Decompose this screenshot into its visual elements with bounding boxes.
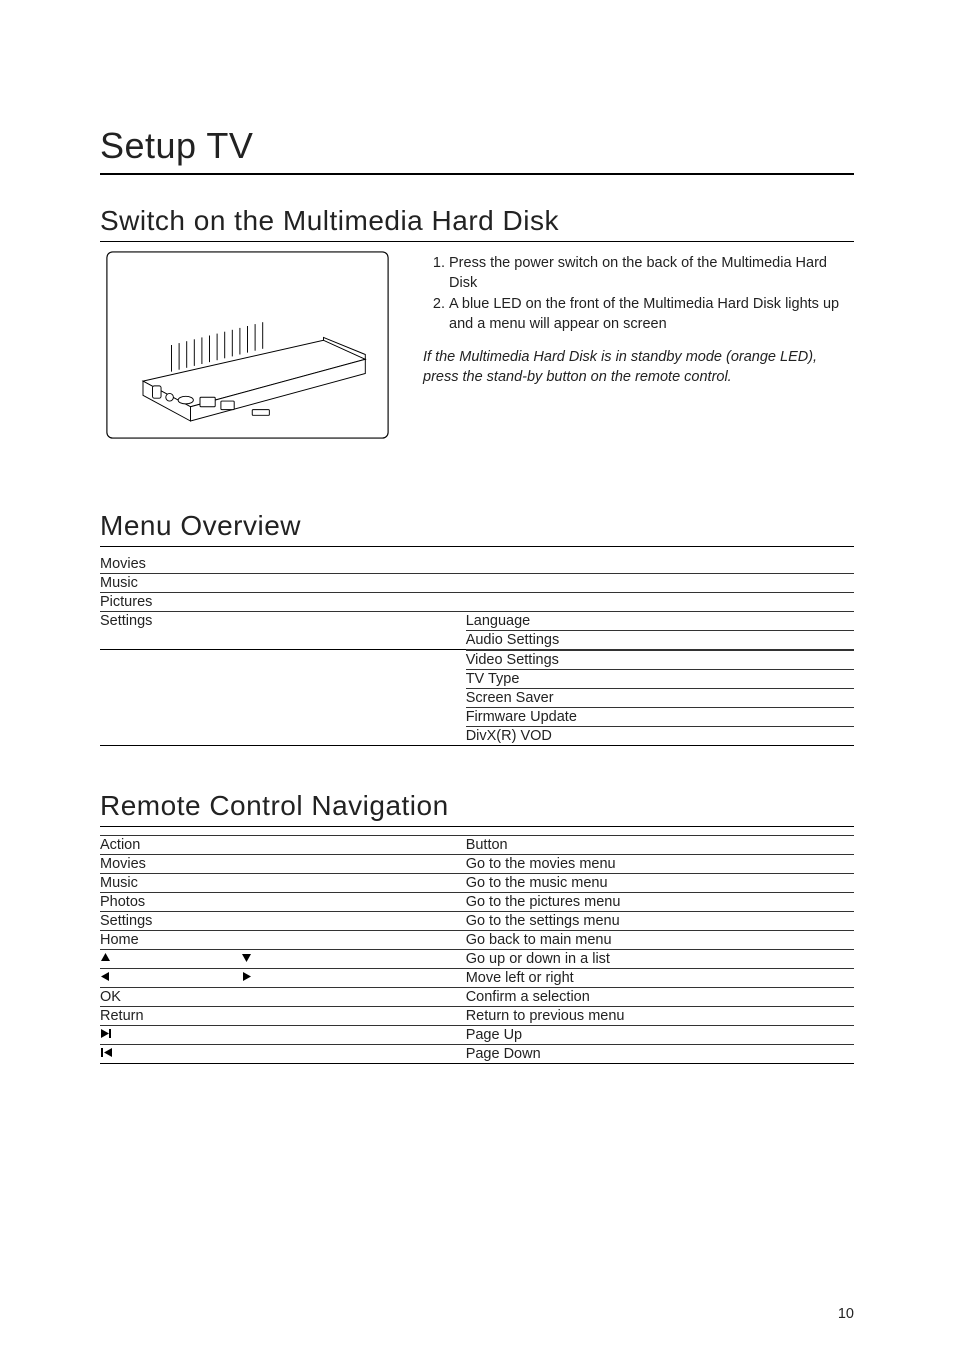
desc-page-up: Page Up xyxy=(466,1026,854,1044)
page-number: 10 xyxy=(838,1306,854,1322)
next-track-icon xyxy=(100,1027,113,1043)
arrow-right-icon xyxy=(241,970,252,986)
submenu-language: Language xyxy=(466,612,854,630)
action-ok: OK xyxy=(100,988,466,1006)
desc-music: Go to the music menu xyxy=(466,874,854,892)
desc-ok: Confirm a selection xyxy=(466,988,854,1006)
col-header-action: Action xyxy=(100,836,466,854)
submenu-video-settings: Video Settings xyxy=(466,650,854,669)
desc-up-down: Go up or down in a list xyxy=(466,950,854,968)
menu-item-movies: Movies xyxy=(100,555,466,573)
action-settings: Settings xyxy=(100,912,466,930)
submenu-tv-type: TV Type xyxy=(466,669,854,688)
remote-nav-table: Action Button MoviesGo to the movies men… xyxy=(100,835,854,1064)
desc-photos: Go to the pictures menu xyxy=(466,893,854,911)
submenu-firmware-update: Firmware Update xyxy=(466,707,854,726)
arrow-left-icon xyxy=(100,970,111,986)
desc-left-right: Move left or right xyxy=(466,969,854,987)
action-music: Music xyxy=(100,874,466,892)
desc-movies: Go to the movies menu xyxy=(466,855,854,873)
step-2: A blue LED on the front of the Multimedi… xyxy=(449,295,854,334)
page-title: Setup TV xyxy=(100,125,854,175)
menu-overview-table: Movies Music Pictures SettingsLanguage A… xyxy=(100,555,854,746)
device-illustration xyxy=(100,250,395,440)
menu-item-settings: Settings xyxy=(100,612,466,630)
section-switch-on-heading: Switch on the Multimedia Hard Disk xyxy=(100,205,854,242)
arrow-down-icon xyxy=(241,951,252,967)
action-photos: Photos xyxy=(100,893,466,911)
menu-item-pictures: Pictures xyxy=(100,593,466,611)
col-header-button: Button xyxy=(466,836,854,854)
desc-page-down: Page Down xyxy=(466,1045,854,1063)
prev-track-icon xyxy=(100,1046,113,1062)
submenu-screen-saver: Screen Saver xyxy=(466,688,854,707)
standby-note: If the Multimedia Hard Disk is in standb… xyxy=(423,348,854,387)
desc-settings: Go to the settings menu xyxy=(466,912,854,930)
section-menu-overview-heading: Menu Overview xyxy=(100,510,854,547)
action-movies: Movies xyxy=(100,855,466,873)
submenu-divx-vod: DivX(R) VOD xyxy=(466,726,854,745)
instructions-block: Press the power switch on the back of th… xyxy=(423,250,854,440)
step-1: Press the power switch on the back of th… xyxy=(449,254,854,293)
action-return: Return xyxy=(100,1007,466,1025)
section-remote-nav-heading: Remote Control Navigation xyxy=(100,790,854,827)
menu-item-music: Music xyxy=(100,574,466,592)
desc-home: Go back to main menu xyxy=(466,931,854,949)
desc-return: Return to previous menu xyxy=(466,1007,854,1025)
arrow-up-icon xyxy=(100,951,111,967)
action-home: Home xyxy=(100,931,466,949)
submenu-audio-settings: Audio Settings xyxy=(466,630,854,650)
